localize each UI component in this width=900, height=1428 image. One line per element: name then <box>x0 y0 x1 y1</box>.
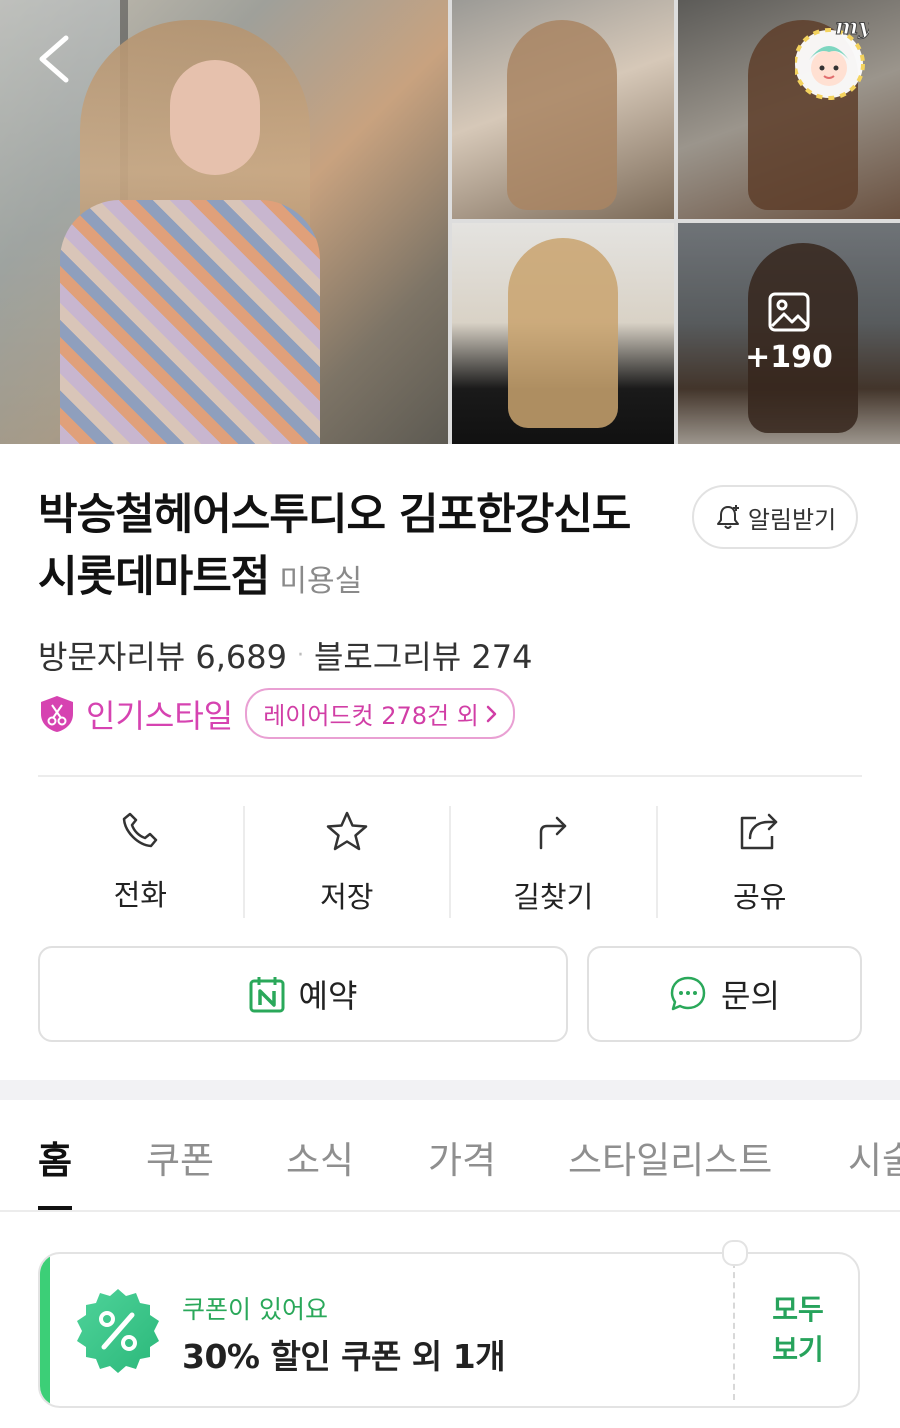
popular-style-label: 인기스타일 <box>86 696 234 735</box>
place-category: 미용실 <box>279 564 363 599</box>
directions-label: 길찾기 <box>513 880 594 914</box>
tab-news[interactable]: 소식 <box>286 1130 354 1184</box>
popular-style-chip-text: 레이어드컷 278건 외 <box>263 702 479 730</box>
visitor-review-link[interactable]: 방문자리뷰 6,689 <box>38 632 287 678</box>
save-button[interactable]: 저장 <box>245 806 451 918</box>
profile-avatar-icon: my <box>793 14 874 100</box>
coupon-title: 30% 할인 쿠폰 외 1개 <box>182 1337 506 1376</box>
photo-face <box>170 60 260 175</box>
coupon-view-all-line1: 모두 <box>772 1293 824 1326</box>
active-tab-indicator <box>38 1206 72 1210</box>
tab-stylist[interactable]: 스타일리스트 <box>568 1130 772 1184</box>
image-icon <box>768 292 810 332</box>
coupon-view-all-button[interactable]: 모두 보기 <box>752 1290 844 1370</box>
reserve-label: 예약 <box>298 977 358 1015</box>
bell-plus-icon <box>716 505 739 529</box>
coupon-subtitle: 쿠폰이 있어요 <box>182 1295 328 1324</box>
more-photos-count: +190 <box>745 340 833 375</box>
tab-coupon[interactable]: 쿠폰 <box>146 1130 214 1184</box>
action-bar: 전화 저장 길찾기 공유 <box>38 806 862 918</box>
naver-calendar-icon <box>249 977 285 1013</box>
coupon-divider <box>733 1262 735 1400</box>
gallery-photo-1[interactable] <box>452 0 674 219</box>
more-photos-button[interactable]: +190 <box>678 223 900 444</box>
call-button[interactable]: 전화 <box>38 806 245 918</box>
call-label: 전화 <box>113 878 167 912</box>
divider <box>38 775 862 777</box>
tab-treatment[interactable]: 시술 <box>848 1130 900 1184</box>
blog-review-link[interactable]: 블로그리뷰 274 <box>314 632 532 678</box>
coupon-notch-top <box>722 1240 748 1266</box>
share-button[interactable]: 공유 <box>658 806 863 918</box>
star-icon <box>326 811 367 851</box>
directions-button[interactable]: 길찾기 <box>451 806 658 918</box>
chat-bubble-icon <box>670 976 706 1011</box>
chevron-left-icon <box>39 35 69 83</box>
tab-home[interactable]: 홈 <box>38 1130 72 1184</box>
popular-style-chip[interactable]: 레이어드컷 278건 외 <box>245 688 515 739</box>
section-gap <box>0 1080 900 1100</box>
review-summary: 방문자리뷰 6,689 · 블로그리뷰 274 <box>38 632 532 678</box>
reserve-button[interactable]: 예약 <box>38 946 568 1042</box>
directions-icon <box>540 816 567 850</box>
gallery-photo-3[interactable] <box>452 223 674 444</box>
my-profile-badge[interactable]: my <box>793 8 874 104</box>
notify-button[interactable]: 알림받기 <box>692 485 858 549</box>
tab-price[interactable]: 가격 <box>428 1130 496 1184</box>
chevron-right-icon <box>486 705 497 722</box>
shield-scissors-icon <box>41 695 73 732</box>
coupon-view-all-line2: 보기 <box>772 1333 824 1366</box>
badge-text: my <box>835 14 869 40</box>
tab-bar: 홈 쿠폰 소식 가격 스타일리스트 시술 <box>0 1100 900 1212</box>
inquiry-button[interactable]: 문의 <box>587 946 862 1042</box>
popular-style-row: 인기스타일 레이어드컷 278건 외 <box>38 688 515 739</box>
notify-label: 알림받기 <box>747 505 837 534</box>
inquiry-label: 문의 <box>721 977 780 1015</box>
percent-badge-icon <box>77 1289 159 1373</box>
coupon-card[interactable]: 쿠폰이 있어요 30% 할인 쿠폰 외 1개 모두 보기 <box>38 1252 860 1408</box>
place-title: 박승철헤어스투디오 김포한강신도시롯데마트점 미용실 <box>38 484 658 613</box>
share-icon <box>740 813 777 850</box>
phone-icon <box>123 812 158 848</box>
back-button[interactable] <box>36 34 76 84</box>
review-separator: · <box>296 642 304 668</box>
photo-gallery: my +190 <box>0 0 900 444</box>
coupon-accent-bar <box>40 1254 50 1406</box>
share-label: 공유 <box>733 880 787 914</box>
photo-sweater <box>60 200 320 444</box>
save-label: 저장 <box>320 880 374 914</box>
